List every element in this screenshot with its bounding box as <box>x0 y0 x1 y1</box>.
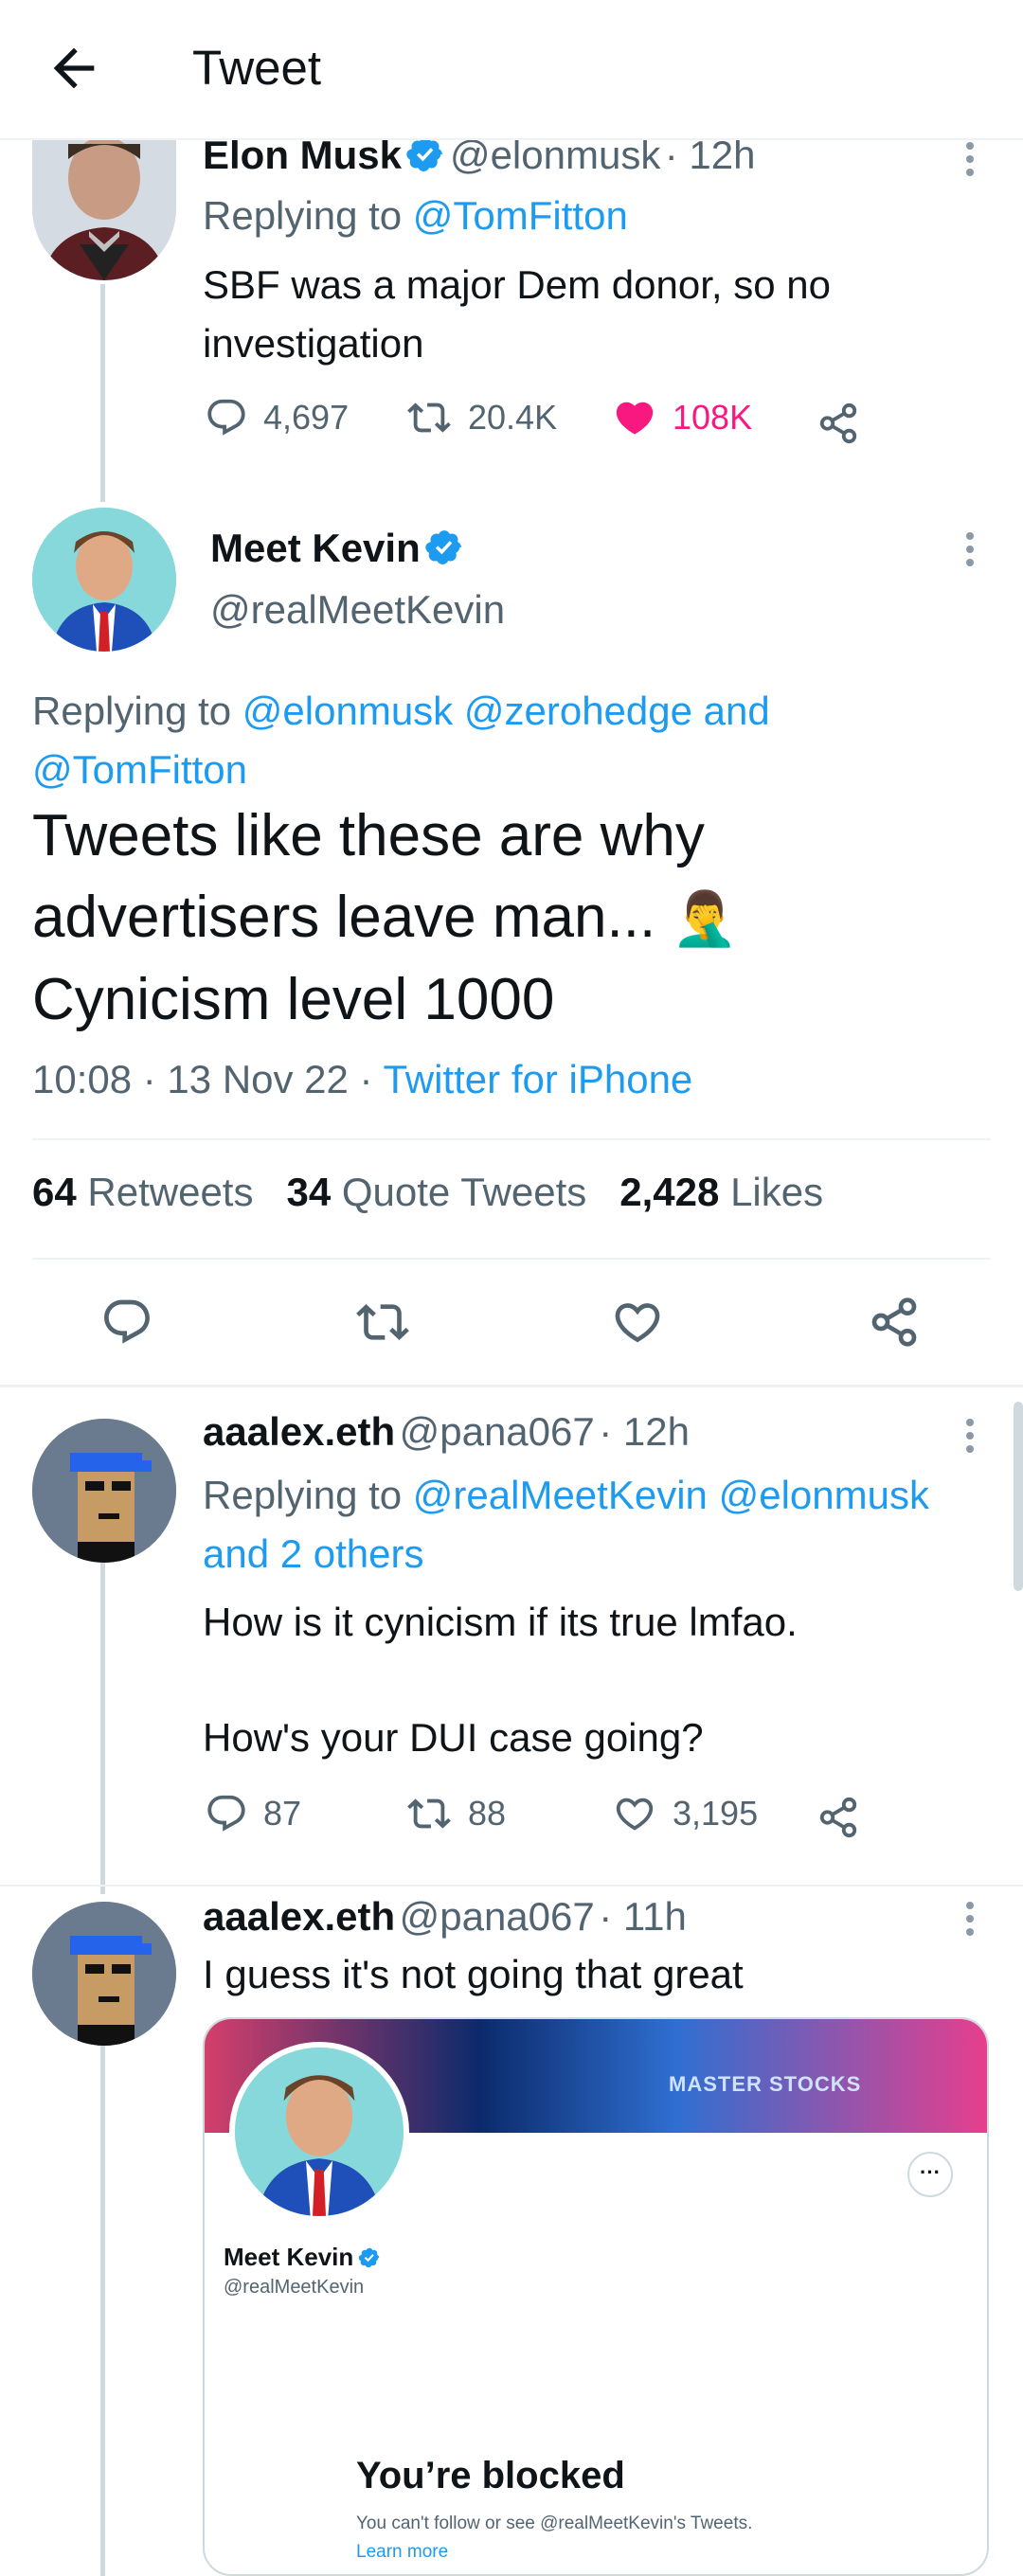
thread-line <box>100 2046 105 2576</box>
more-options-icon[interactable] <box>964 142 976 182</box>
verified-badge-icon <box>406 137 443 171</box>
reply-button[interactable]: 87 <box>205 1792 301 1835</box>
heart-filled-icon <box>616 402 654 435</box>
like-button[interactable]: 108K <box>612 396 752 439</box>
profile-more-button[interactable]: ··· <box>907 2152 953 2197</box>
divider <box>32 1138 991 1140</box>
likes-stat[interactable]: 2,428 Likes <box>619 1170 823 1214</box>
tweet-header: aaalex.eth @pana067 · 12h <box>203 1409 690 1455</box>
reply-icon <box>207 399 245 436</box>
reply-icon <box>207 1795 245 1832</box>
retweet-button[interactable]: 88 <box>405 1792 506 1835</box>
replying-to: Replying to @elonmusk @zerohedge and @To… <box>32 689 770 792</box>
thread-line <box>100 1563 105 1894</box>
verified-badge-icon <box>425 530 462 564</box>
divider <box>0 1385 1023 1387</box>
author-name[interactable]: aaalex.eth <box>203 1409 395 1454</box>
tweet-time: · 11h <box>599 1894 687 1939</box>
mention-link[interactable]: and 2 others <box>203 1531 424 1576</box>
tweet-meta: 10:08 · 13 Nov 22 · Twitter for iPhone <box>32 1057 692 1102</box>
like-button[interactable]: 3,195 <box>612 1792 758 1835</box>
scrollbar[interactable] <box>1014 1402 1023 1591</box>
avatar[interactable] <box>32 508 176 652</box>
facepalm-emoji: 🤦‍♂️ <box>672 888 739 948</box>
profile-name: Meet Kevin <box>224 2243 354 2271</box>
replying-to: Replying to @realMeetKevin @elonmusk and… <box>203 1473 929 1576</box>
attached-image[interactable]: MASTER STOCKS ··· Meet Kevin @realMeetKe… <box>203 2017 989 2576</box>
thread-line <box>100 284 105 502</box>
retweet-icon[interactable] <box>354 1296 411 1349</box>
avatar[interactable] <box>32 1419 176 1563</box>
avatar[interactable] <box>32 1902 176 2046</box>
retweet-icon <box>407 1798 451 1829</box>
timestamp[interactable]: 10:08 · 13 Nov 22 · <box>32 1057 373 1101</box>
tweet-author: Meet Kevin <box>210 526 464 571</box>
share-icon[interactable] <box>868 1296 921 1349</box>
retweet-icon <box>407 402 451 433</box>
more-options-icon[interactable] <box>964 1419 976 1458</box>
author-handle[interactable]: @realMeetKevin <box>210 587 505 633</box>
page-title: Tweet <box>192 41 322 95</box>
arrow-left-icon[interactable] <box>44 38 104 98</box>
top-bar: Tweet <box>0 0 1023 140</box>
mention-link[interactable]: @TomFitton <box>32 747 247 792</box>
author-handle[interactable]: @pana067 <box>400 1409 595 1454</box>
mention-link[interactable]: @realMeetKevin @elonmusk <box>413 1473 929 1517</box>
learn-more-link[interactable]: Learn more <box>356 2542 448 2563</box>
tweet-text: How is it cynicism if its true lmfao. Ho… <box>203 1600 798 1760</box>
share-icon[interactable] <box>817 1796 860 1839</box>
reply-button[interactable]: 4,697 <box>205 396 349 439</box>
divider <box>32 1258 991 1260</box>
share-icon[interactable] <box>817 402 860 445</box>
engagement-stats: 64 Retweets 34 Quote Tweets 2,428 Likes <box>32 1170 823 1215</box>
retweets-stat[interactable]: 64 Retweets <box>32 1170 253 1214</box>
tweet-time: · 12h <box>599 1409 690 1454</box>
retweet-button[interactable]: 20.4K <box>405 396 557 439</box>
source-link[interactable]: Twitter for iPhone <box>383 1057 692 1101</box>
main-tweet-text: Tweets like these are why advertisers le… <box>32 803 739 1032</box>
mention-link[interactable]: @TomFitton <box>413 193 628 238</box>
author-handle[interactable]: @pana067 <box>400 1894 595 1939</box>
avatar[interactable] <box>32 140 176 280</box>
more-options-icon[interactable] <box>964 532 976 572</box>
tweet-text: I guess it's not going that great <box>203 1952 744 1996</box>
author-name[interactable]: aaalex.eth <box>203 1894 395 1939</box>
more-options-icon[interactable] <box>964 1902 976 1941</box>
verified-badge-icon <box>358 2247 379 2268</box>
quotes-stat[interactable]: 34 Quote Tweets <box>286 1170 586 1214</box>
tweet-header: aaalex.eth @pana067 · 11h <box>203 1894 687 1940</box>
profile-name-row: Meet Kevin <box>224 2243 381 2272</box>
heart-icon <box>616 1798 654 1831</box>
banner-text: MASTER STOCKS <box>669 2072 862 2096</box>
blocked-message: You can't follow or see @realMeetKevin's… <box>356 2513 753 2533</box>
blocked-title: You’re blocked <box>356 2455 625 2496</box>
heart-icon[interactable] <box>610 1296 665 1349</box>
mention-link[interactable]: @elonmusk @zerohedge and <box>242 689 770 733</box>
tweet-text: SBF was a major Dem donor, so no investi… <box>203 262 831 366</box>
author-name[interactable]: Meet Kevin <box>210 526 421 570</box>
reply-icon[interactable] <box>100 1296 153 1349</box>
divider <box>0 1885 1023 1887</box>
profile-avatar <box>229 2042 409 2222</box>
replying-to: Replying to @TomFitton <box>203 193 628 238</box>
profile-handle: @realMeetKevin <box>224 2277 365 2298</box>
